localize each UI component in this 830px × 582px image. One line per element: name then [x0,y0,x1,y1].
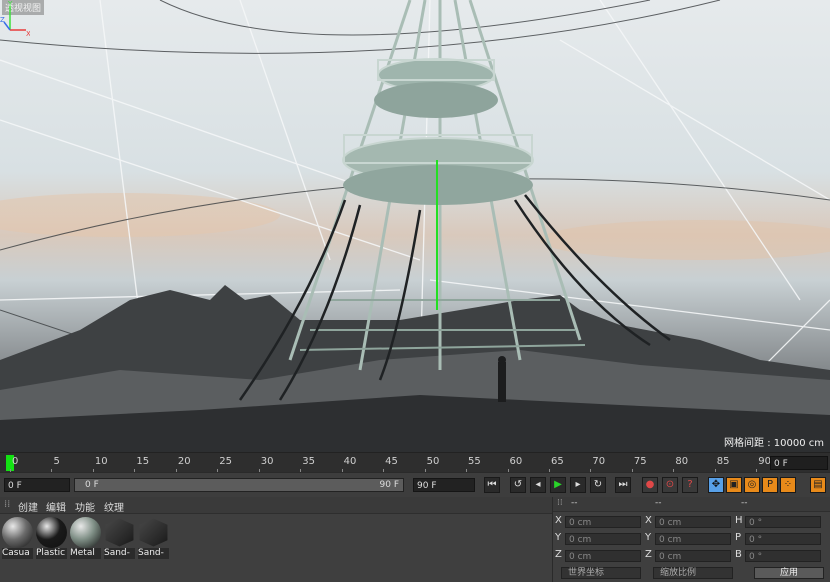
header-position: -- [571,498,578,508]
timeline-tick-label: 85 [716,456,730,467]
prev-key-icon[interactable]: ↺ [510,477,526,493]
coord-axis-label: Y [645,532,652,543]
timeline-tick-label: 20 [177,456,191,467]
material-item[interactable]: Casua [2,517,33,559]
material-sphere-preview [2,517,33,548]
material-name: Sand- [104,548,135,559]
material-cube-preview [105,518,134,547]
transport-bar: 0 F 0 F 90 F 90 F ⏮ ↺ ◂ ▶ ▸ ↻ ⏭ ● ⊙ ? ✥ … [0,472,830,497]
header-size: -- [655,498,662,508]
menu-function[interactable]: 功能 [75,499,95,514]
timeline-tick-label: 15 [136,456,150,467]
next-frame-icon[interactable]: ▸ [570,477,586,493]
grid-spacing-label: 网格间距 : 10000 cm [724,438,824,449]
coord-axis-label: Y [555,532,562,543]
timeline-tick-label: 45 [385,456,398,467]
auto-key-icon[interactable]: ⊙ [662,477,678,493]
material-sphere-preview [36,517,67,548]
material-item[interactable]: Sand- [104,517,135,559]
panel-grip-icon[interactable]: ⁞⁞ [557,498,563,508]
timeline-tick-label: 60 [509,456,523,467]
frame-range-slider[interactable]: 0 F 90 F [74,478,404,492]
material-cube-preview [139,518,168,547]
coord-axis-label: X [555,515,562,526]
help-icon[interactable]: ? [682,477,698,493]
axis-y-label: Y [7,0,13,8]
timeline-tick-label: 10 [94,456,108,467]
material-sphere-preview [70,517,101,548]
timeline-ruler[interactable]: 0 5 10 15 20 25 30 35 40 45 50 55 60 65 70 75 80 85 90 0 F [0,452,830,473]
go-to-start-icon[interactable]: ⏮ [484,477,500,493]
coord-axis-label: X [645,515,652,526]
material-menu-bar: ⁞⁞ 创建 编辑 功能 纹理 [0,497,552,514]
coord-value-field[interactable]: 0 cm [565,533,641,545]
timeline-tick-label: 55 [468,456,481,467]
material-name: Casua [2,548,33,559]
coord-value-field[interactable]: 0 cm [655,533,731,545]
axis-gizmo-icon: Y X Z [0,0,30,38]
coord-axis-label: Z [645,549,652,560]
range-end-label: 90 F [379,480,400,490]
timeline-tick-label: 70 [592,456,606,467]
coordinate-mode-select[interactable]: 世界坐标 [561,567,641,579]
scale-mode-select[interactable]: 缩放比例 [653,567,733,579]
timeline-tick-label: 35 [302,456,315,467]
material-manager: ⁞⁞ 创建 编辑 功能 纹理 Casua Plastic Metal Sand- San… [0,497,553,582]
material-name: Plastic [36,548,67,559]
timeline-tick-label: 80 [675,456,689,467]
go-to-end-icon[interactable]: ⏭ [615,477,631,493]
coord-value-field[interactable]: 0 cm [655,516,731,528]
timeline-tick-label: 0 [12,456,19,467]
axis-x-label: X [26,30,30,38]
axis-z-label: Z [0,16,5,24]
header-rotation: -- [741,498,748,508]
coord-axis-label: H [735,515,743,526]
move-tool-icon[interactable]: ✥ [708,477,724,493]
coord-value-field[interactable]: 0 cm [565,516,641,528]
coordinate-manager: ⁞⁞ -- -- -- X0 cm X 0 cm H 0 ° Y 0 cm Y 0 cm P 0 °… [553,497,830,582]
timeline-tick-label: 65 [550,456,564,467]
next-key-icon[interactable]: ↻ [590,477,606,493]
current-frame-field[interactable]: 0 F [4,478,70,492]
coord-value-field[interactable]: 0 ° [745,516,821,528]
timeline-end-field[interactable]: 0 F [770,456,828,470]
coord-value-field[interactable]: 0 ° [745,550,821,562]
play-icon[interactable]: ▶ [550,477,566,493]
viewport-3d[interactable]: 透视视图 Y X Z 网格间距 : 10000 cm [0,0,830,452]
material-item[interactable]: Metal [70,517,101,559]
rotate-tool-icon[interactable]: ◎ [744,477,760,493]
timeline-tick-label: 75 [633,456,647,467]
menu-create[interactable]: 创建 [18,499,38,514]
menu-texture[interactable]: 纹理 [104,499,124,514]
timeline-tick-label: 25 [219,456,233,467]
apply-button[interactable]: 应用 [754,567,824,579]
menu-edit[interactable]: 编辑 [46,499,66,514]
range-start-label: 0 F [85,480,99,490]
timeline-toggle-icon[interactable]: ▤ [810,477,826,493]
material-name: Metal [70,548,101,559]
max-frame-field[interactable]: 90 F [413,478,475,492]
coord-axis-label: P [735,532,742,543]
coord-value-field[interactable]: 0 cm [655,550,731,562]
material-item[interactable]: Sand- [138,517,169,559]
panel-grip-icon[interactable]: ⁞⁞ [4,499,10,510]
timeline-tick-label: 50 [426,456,440,467]
coord-value-field[interactable]: 0 ° [745,533,821,545]
material-item[interactable]: Plastic [36,517,67,559]
coord-value-field[interactable]: 0 cm [565,550,641,562]
coordinate-header: ⁞⁞ -- -- -- [553,497,830,512]
prev-frame-icon[interactable]: ◂ [530,477,546,493]
scale-tool-icon[interactable]: ▣ [726,477,742,493]
timeline-tick-label: 30 [260,456,274,467]
coord-axis-label: Z [555,549,562,560]
param-tool-icon[interactable]: P [762,477,778,493]
coord-axis-label: B [735,549,742,560]
timeline-tick-label: 40 [343,456,357,467]
viewport-scene [0,0,830,452]
record-key-icon[interactable]: ● [642,477,658,493]
timeline-tick-label: 5 [53,456,60,467]
material-name: Sand- [138,548,169,559]
grid-tool-icon[interactable]: ⁘ [780,477,796,493]
